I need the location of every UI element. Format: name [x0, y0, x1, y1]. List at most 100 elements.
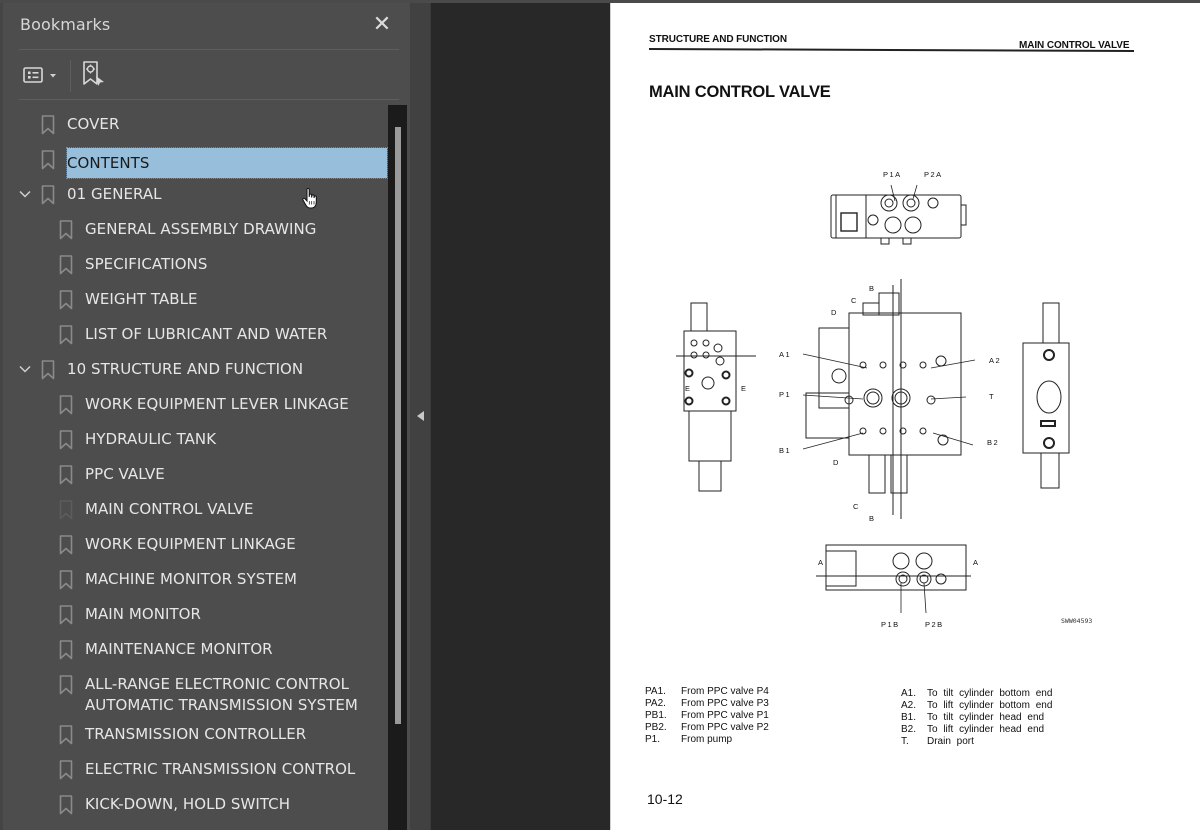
bookmark-item[interactable]: MAINTENANCE MONITOR	[3, 632, 388, 667]
legend-row: B2. To lift cylinder head end	[901, 724, 1052, 736]
find-current-bookmark-icon	[83, 61, 104, 86]
label-b-top: B	[869, 284, 876, 293]
page-title: MAIN CONTROL VALVE	[649, 83, 831, 101]
legend-description: From PPC valve P1	[681, 710, 769, 721]
label-a-right: A	[973, 558, 980, 567]
bookmark-item[interactable]: KICK-DOWN, HOLD SWITCH	[3, 787, 388, 822]
legend-row: PA1. From PPC valve P4	[645, 686, 769, 698]
label-b1: B1	[779, 446, 791, 455]
legend-code: PA1.	[645, 686, 666, 697]
label-c-top: C	[851, 296, 858, 305]
legend-code: PB2.	[645, 722, 667, 733]
page-number: 10-12	[647, 791, 683, 807]
label-c-bottom: C	[853, 502, 860, 511]
valve-left-view	[676, 302, 756, 492]
bookmark-icon	[41, 185, 55, 205]
bookmark-label: WORK EQUIPMENT LEVER LINKAGE	[85, 395, 349, 413]
drawing-svg: P1A P2A B C D A1 A2 P1 T B1 B2 D C B E E…	[676, 170, 1070, 629]
chevron-down-icon[interactable]	[18, 186, 32, 200]
label-p2a: P2A	[924, 170, 943, 179]
bookmark-item[interactable]: PPC VALVE	[3, 457, 388, 492]
document-viewer: STRUCTURE AND FUNCTION MAIN CONTROL VALV…	[432, 3, 1200, 830]
collapse-left-arrow-icon[interactable]	[417, 411, 424, 421]
list-options-icon	[23, 67, 56, 83]
bookmark-item[interactable]: HYDRAULIC TANK	[3, 422, 388, 457]
bookmark-item[interactable]: MAIN MONITOR	[3, 597, 388, 632]
bookmark-icon	[59, 760, 73, 780]
legend-row: PB2. From PPC valve P2	[645, 722, 769, 734]
bookmark-label: WORK EQUIPMENT LINKAGE	[85, 535, 296, 553]
bookmark-icon	[59, 395, 73, 415]
pdf-page: STRUCTURE AND FUNCTION MAIN CONTROL VALV…	[610, 3, 1200, 830]
legend-description: From pump	[681, 734, 733, 745]
legend-description: From PPC valve P3	[681, 698, 769, 709]
bookmark-label: SPECIFICATIONS	[85, 255, 208, 273]
bookmark-label: LIST OF LUBRICANT AND WATER	[85, 325, 328, 343]
bookmark-label-line2: AUTOMATIC TRANSMISSION SYSTEM	[85, 696, 358, 714]
bookmark-label: MACHINE MONITOR SYSTEM	[85, 570, 298, 588]
bookmark-icon	[59, 570, 73, 590]
bookmark-label: 01 GENERAL	[67, 185, 162, 203]
bookmark-item[interactable]: CONTENTS	[3, 142, 388, 179]
bookmarks-panel: Bookmarks ✕ COVER CONTENTS 01 GENERAL GENER…	[0, 3, 410, 830]
label-e-left: E	[685, 384, 692, 393]
bookmark-icon	[59, 795, 73, 815]
bookmark-item[interactable]: MAIN CONTROL VALVE	[3, 492, 388, 527]
bookmark-item[interactable]: WORK EQUIPMENT LEVER LINKAGE	[3, 387, 388, 422]
label-d-top: D	[831, 308, 838, 317]
bookmark-item[interactable]: ALL-RANGE ELECTRONIC CONTROL AUTOMATIC TR…	[3, 667, 388, 717]
bookmark-label: PPC VALVE	[85, 465, 165, 483]
bookmark-icon	[59, 255, 73, 275]
legend-description: From PPC valve P2	[681, 722, 769, 733]
panel-title: Bookmarks	[20, 15, 111, 34]
bookmark-item[interactable]: TRANSMISSION CONTROLLER	[3, 717, 388, 752]
port-legend-left: PA1. From PPC valve P4 PA2. From PPC valve …	[645, 686, 769, 746]
bookmark-tree: COVER CONTENTS 01 GENERAL GENERAL ASSEMBLY …	[3, 107, 388, 830]
bookmark-item[interactable]: MACHINE MONITOR SYSTEM	[3, 562, 388, 597]
legend-code: A1.	[901, 688, 917, 699]
valve-bottom-view	[816, 544, 971, 591]
legend-code: B1.	[901, 712, 917, 723]
legend-code: PA2.	[645, 698, 666, 709]
bookmark-item[interactable]: ELECTRIC TRANSMISSION CONTROL	[3, 752, 388, 787]
bookmark-item[interactable]: WEIGHT TABLE	[3, 282, 388, 317]
divider	[19, 49, 399, 50]
bookmark-label: COVER	[67, 115, 120, 133]
find-current-bookmark-button[interactable]	[81, 60, 107, 90]
chevron-down-icon[interactable]	[18, 361, 32, 375]
label-d-bottom: D	[833, 458, 840, 467]
legend-description: To tilt cylinder head end	[927, 712, 1045, 723]
bookmark-item[interactable]: GENERAL ASSEMBLY DRAWING	[3, 212, 388, 247]
bookmark-icon	[41, 115, 55, 135]
bookmark-label: HYDRAULIC TANK	[85, 430, 217, 448]
bookmark-label: ELECTRIC TRANSMISSION CONTROL	[85, 760, 356, 778]
bookmark-icon	[59, 640, 73, 660]
bookmark-item[interactable]: 10 STRUCTURE AND FUNCTION	[3, 352, 388, 387]
close-panel-button[interactable]: ✕	[371, 14, 393, 37]
bookmark-item[interactable]: SPECIFICATIONS	[3, 247, 388, 282]
figure-id: SWW04593	[1061, 617, 1093, 625]
bookmark-label: CONTENTS	[66, 147, 388, 179]
bookmark-icon	[59, 465, 73, 485]
panel-splitter[interactable]	[410, 3, 431, 830]
legend-row: PB1. From PPC valve P1	[645, 710, 769, 722]
bookmark-scrollbar[interactable]	[388, 105, 407, 830]
legend-code: PB1.	[645, 710, 667, 721]
port-legend-right: A1. To tilt cylinder bottom end A2. To lift…	[901, 688, 1052, 748]
label-a1: A1	[779, 350, 791, 359]
bookmark-item[interactable]: 01 GENERAL	[3, 177, 388, 212]
scrollbar-thumb[interactable]	[395, 127, 401, 724]
bookmark-icon	[41, 360, 55, 380]
legend-description: From PPC valve P4	[681, 686, 769, 697]
legend-description: To lift cylinder bottom end	[927, 700, 1053, 711]
legend-code: B2.	[901, 724, 917, 735]
label-e-right: E	[741, 384, 748, 393]
bookmark-options-button[interactable]	[21, 61, 63, 89]
legend-row: A1. To tilt cylinder bottom end	[901, 688, 1052, 700]
bookmark-item[interactable]: WORK EQUIPMENT LINKAGE	[3, 527, 388, 562]
legend-code: P1.	[645, 734, 661, 745]
bookmark-item[interactable]: LIST OF LUBRICANT AND WATER	[3, 317, 388, 352]
bookmark-icon	[59, 220, 73, 240]
bookmark-item[interactable]: COVER	[3, 107, 388, 142]
bookmark-icon	[59, 430, 73, 450]
